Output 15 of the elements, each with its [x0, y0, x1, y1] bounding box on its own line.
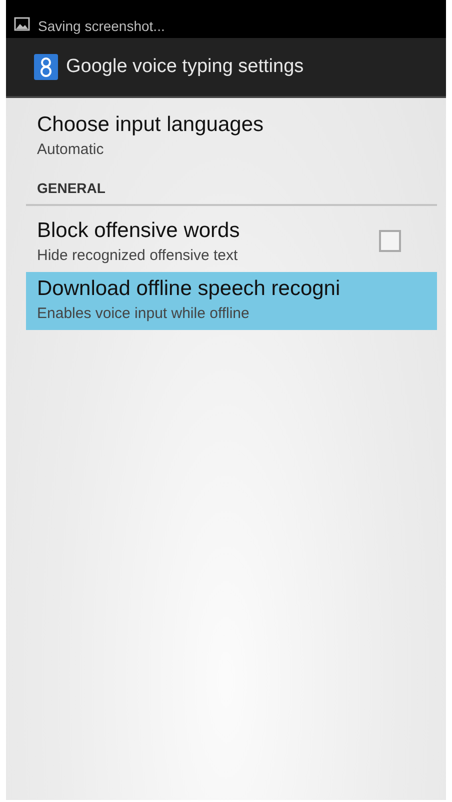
checkbox[interactable] — [379, 230, 401, 252]
settings-item[interactable]: Block offensive words Hide recognized offensive text — [26, 214, 437, 272]
notification-text: Saving screenshot... — [38, 18, 165, 34]
item-title: Choose input languages — [37, 112, 265, 136]
item-title: Download offline speech recogni — [37, 276, 342, 300]
settings-item[interactable]: Choose input languages Automatic — [26, 108, 437, 166]
app-icon — [34, 54, 58, 80]
section-header: GENERAL — [26, 166, 437, 206]
item-title: Block offensive words — [37, 218, 241, 242]
item-summary: Enables voice input while offline — [37, 304, 250, 322]
item-summary: Automatic — [37, 140, 105, 158]
screen-title: Google voice typing settings — [66, 56, 304, 78]
settings-item[interactable]: Download offline speech recogni Enables voice input while offline — [26, 272, 437, 330]
item-summary: Hide recognized offensive text — [37, 246, 239, 264]
image-icon — [14, 17, 30, 31]
